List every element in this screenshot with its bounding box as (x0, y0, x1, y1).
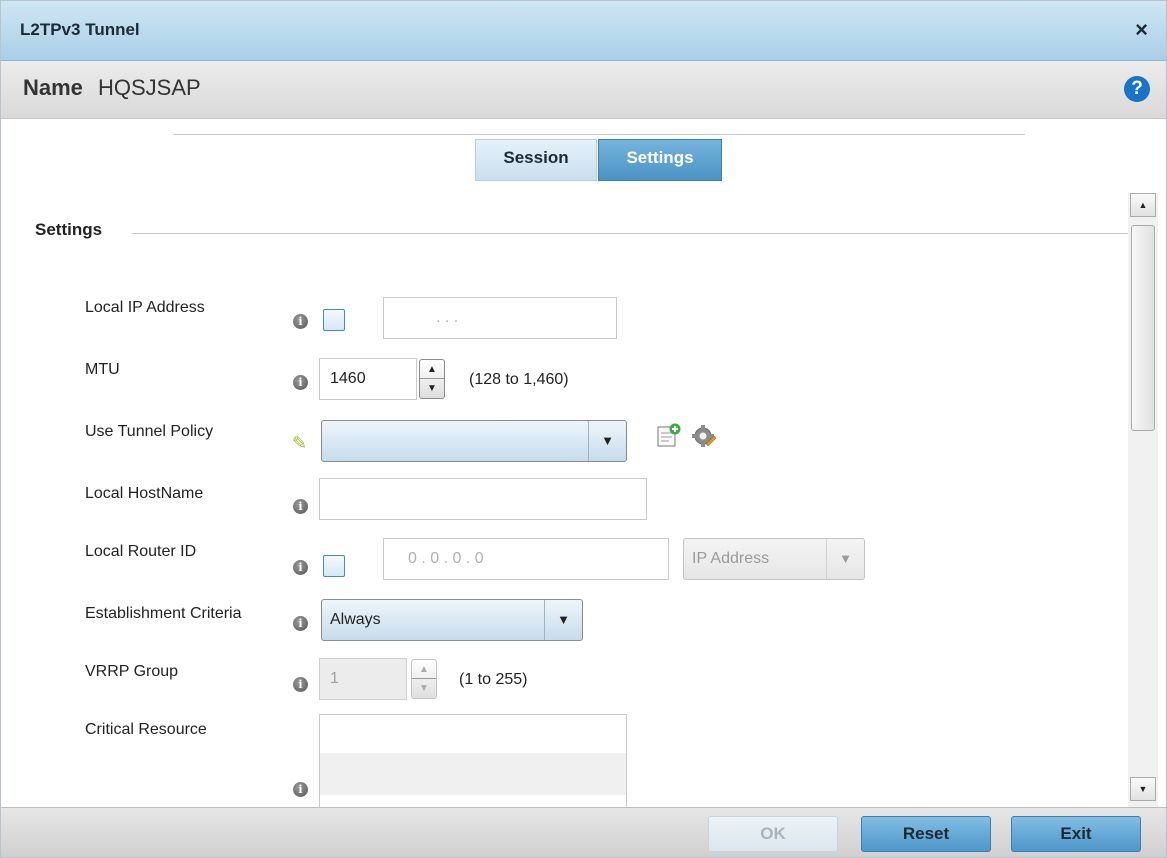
spin-up-icon[interactable]: ▲ (412, 660, 436, 679)
vrrp-group-label: VRRP Group (85, 663, 179, 680)
info-icon[interactable]: i (293, 782, 308, 797)
create-policy-icon[interactable] (656, 423, 682, 449)
reset-button[interactable]: Reset (861, 816, 991, 852)
spin-up-icon[interactable]: ▲ (420, 360, 444, 379)
local-router-id-checkbox[interactable] (323, 555, 345, 577)
local-hostname-input[interactable] (319, 478, 647, 520)
tab-settings[interactable]: Settings (598, 139, 722, 181)
ok-button[interactable]: OK (708, 816, 838, 852)
establishment-criteria-select[interactable]: Always ▼ (321, 599, 583, 641)
chevron-down-icon: ▼ (588, 421, 626, 461)
exit-button[interactable]: Exit (1011, 816, 1141, 852)
section-title: Settings (35, 220, 103, 239)
tab-session[interactable]: Session (475, 139, 597, 181)
info-icon[interactable]: i (293, 375, 308, 390)
vrrp-group-range: (1 to 255) (459, 671, 528, 688)
tunnel-policy-select[interactable]: ▼ (321, 420, 627, 462)
mtu-range: (128 to 1,460) (469, 371, 569, 388)
spin-down-icon[interactable]: ▼ (412, 679, 436, 698)
scrollbar-thumb[interactable] (1131, 225, 1155, 431)
section-divider (132, 233, 1128, 234)
tunnel-policy-label: Use Tunnel Policy (85, 423, 214, 440)
router-id-type-select[interactable]: IP Address ▼ (683, 538, 865, 580)
local-ip-input[interactable]: . . . (383, 297, 617, 339)
info-icon[interactable]: i (293, 499, 308, 514)
critical-resource-label: Critical Resource (85, 721, 207, 738)
pencil-icon: ✎ (292, 433, 308, 453)
scroll-down-icon[interactable]: ▼ (1130, 777, 1156, 801)
list-item[interactable] (320, 753, 626, 795)
establishment-criteria-label: Establishment Criteria (85, 605, 242, 622)
tab-divider (173, 134, 1025, 135)
chevron-down-icon: ▼ (544, 600, 582, 640)
spin-down-icon[interactable]: ▼ (420, 379, 444, 398)
l2tpv3-tunnel-dialog: L2TPv3 Tunnel × Name HQSJSAP ? Session S… (0, 0, 1167, 858)
vrrp-group-stepper[interactable]: ▲ ▼ (411, 659, 437, 699)
info-icon[interactable]: i (293, 616, 308, 631)
local-router-id-label: Local Router ID (85, 543, 197, 560)
chevron-down-icon: ▼ (826, 539, 864, 579)
local-router-id-input[interactable]: 0 . 0 . 0 . 0 (383, 538, 669, 580)
info-icon[interactable]: i (293, 314, 308, 329)
mtu-label: MTU (85, 361, 120, 378)
mtu-input[interactable]: 1460 (319, 358, 417, 400)
close-icon[interactable]: × (1135, 19, 1148, 41)
critical-resource-list[interactable] (319, 714, 627, 807)
info-icon[interactable]: i (293, 677, 308, 692)
local-ip-checkbox[interactable] (323, 309, 345, 331)
dialog-footer: OK Reset Exit (1, 807, 1166, 857)
edit-policy-icon[interactable] (691, 423, 717, 449)
settings-panel: Settings Local IP Address i . . . MTU i … (1, 193, 1128, 807)
name-label: Name (23, 75, 83, 100)
local-ip-label: Local IP Address (85, 299, 205, 316)
info-icon[interactable]: i (293, 560, 308, 575)
name-value: HQSJSAP (98, 75, 201, 100)
name-bar: Name HQSJSAP ? (1, 61, 1166, 119)
scroll-up-icon[interactable]: ▲ (1130, 193, 1156, 217)
dialog-titlebar: L2TPv3 Tunnel × (1, 1, 1166, 61)
vrrp-group-input[interactable]: 1 (319, 658, 407, 700)
mtu-stepper[interactable]: ▲ ▼ (419, 359, 445, 399)
help-icon[interactable]: ? (1124, 76, 1150, 102)
dialog-title: L2TPv3 Tunnel (20, 20, 140, 39)
local-hostname-label: Local HostName (85, 485, 204, 502)
vertical-scrollbar[interactable]: ▲ ▼ (1128, 193, 1158, 807)
